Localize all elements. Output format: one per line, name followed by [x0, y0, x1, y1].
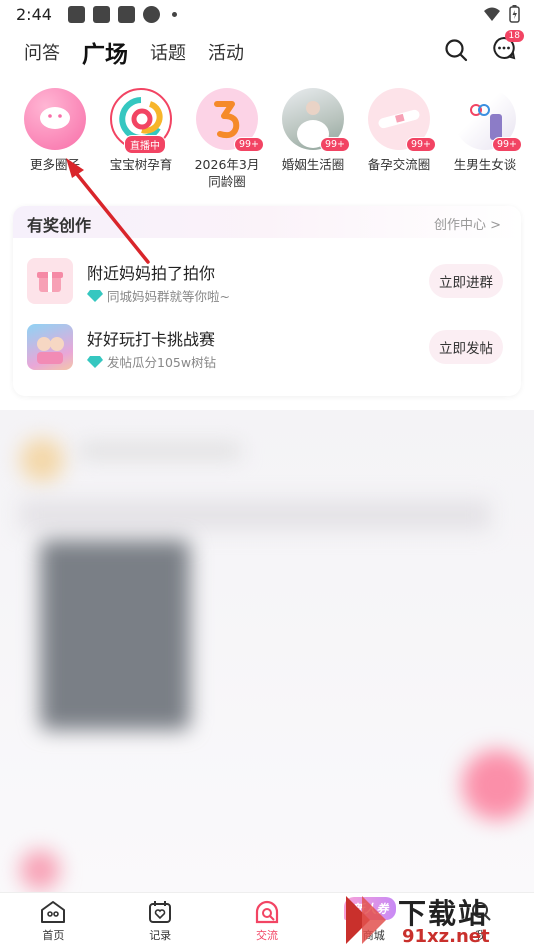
site-watermark: 下载站 91xz.net	[342, 890, 532, 950]
row-title: 好好玩打卡挑战赛	[87, 330, 216, 349]
count-badge: 99+	[319, 137, 350, 152]
blurred-image	[40, 540, 190, 730]
card-title: 有奖创作	[27, 216, 92, 235]
notification-icon	[67, 5, 85, 23]
circle-same-age[interactable]: 99+ 2026年3月 同龄圈	[184, 76, 270, 202]
diamond-icon	[87, 289, 103, 302]
message-button[interactable]: 18	[492, 30, 524, 64]
nav-home[interactable]: 首页	[0, 893, 107, 950]
circle-label: 宝宝树孕育	[109, 157, 173, 172]
circle-avatar: 99+	[454, 88, 522, 152]
row-subtitle-text: 发帖瓜分105w树钻	[107, 355, 217, 370]
count-badge: 99+	[405, 137, 436, 152]
reward-card: 有奖创作 创作中心 > 附近妈妈拍了拍你 同城妈妈群就等你啦~ 立即进群 好好玩…	[13, 206, 521, 396]
community-icon	[255, 900, 279, 924]
circle-avatar: 99+	[368, 88, 436, 152]
circle-avatar: 99+	[196, 88, 264, 152]
blurred-avatar	[20, 438, 64, 482]
battery-icon	[509, 5, 520, 23]
circle-label: 更多圈子	[29, 157, 80, 172]
nav-label: 首页	[42, 929, 65, 942]
nav-label: 记录	[149, 929, 172, 942]
status-time: 2:44	[16, 4, 52, 24]
notification-icon	[92, 5, 110, 23]
circle-list: 更多圈子 直播中 宝宝树孕育 99+ 2026年3月 同龄圈 99+ 婚姻生活圈…	[0, 76, 534, 202]
home-icon	[41, 901, 66, 923]
challenge-thumbnail	[27, 324, 73, 370]
blurred-avatar	[20, 850, 60, 890]
circle-label: 备孕交流圈	[367, 157, 431, 172]
circle-boy-girl[interactable]: 99+ 生男生女谈	[442, 76, 528, 202]
watermark-sub: 91xz.net	[402, 926, 490, 947]
row-subtitle: 同城妈妈群就等你啦~	[87, 286, 230, 305]
circle-label: 婚姻生活圈	[281, 157, 345, 172]
circle-label: 生男生女谈	[453, 157, 517, 172]
notification-icon	[117, 5, 135, 23]
tab-square[interactable]: 广场	[82, 35, 128, 69]
reward-section: 有奖创作 创作中心 > 附近妈妈拍了拍你 同城妈妈群就等你啦~ 立即进群 好好玩…	[0, 202, 534, 410]
notification-icon	[142, 5, 160, 23]
list-item[interactable]: 好好玩打卡挑战赛 发帖瓜分105w树钻 立即发帖	[27, 318, 507, 378]
ghost-smile-icon	[40, 107, 70, 129]
blurred-feed	[0, 410, 534, 892]
watermark-logo-icon	[346, 896, 386, 944]
post-button[interactable]: 立即发帖	[429, 330, 503, 364]
count-badge: 99+	[233, 137, 264, 152]
row-subtitle-text: 同城妈妈群就等你啦~	[107, 289, 230, 304]
circle-marriage[interactable]: 99+ 婚姻生活圈	[270, 76, 356, 202]
tab-topic[interactable]: 话题	[150, 39, 186, 65]
creation-center-link[interactable]: 创作中心 >	[434, 214, 501, 233]
circle-babytree[interactable]: 直播中 宝宝树孕育	[98, 76, 184, 202]
calendar-heart-icon	[149, 901, 172, 923]
gift-icon	[27, 258, 73, 304]
live-badge: 直播中	[124, 135, 166, 154]
tab-qa[interactable]: 问答	[24, 39, 60, 65]
circle-more[interactable]: 更多圈子	[12, 76, 98, 202]
nav-label: 交流	[255, 929, 278, 942]
nav-record[interactable]: 记录	[107, 893, 214, 950]
search-icon[interactable]	[444, 38, 468, 62]
blurred-floating-button	[462, 750, 532, 820]
row-title: 附近妈妈拍了拍你	[87, 264, 216, 283]
card-header: 有奖创作 创作中心 >	[13, 206, 521, 238]
circle-avatar: 直播中	[110, 88, 172, 154]
count-badge: 99+	[491, 137, 522, 152]
more-notifications-dot	[171, 11, 177, 17]
join-group-button[interactable]: 立即进群	[429, 264, 503, 298]
status-bar: 2:44	[0, 0, 534, 28]
top-tab-bar: 问答 广场 话题 活动 18	[0, 28, 534, 76]
blurred-text	[20, 500, 490, 530]
circle-pregnancy-prep[interactable]: 99+ 备孕交流圈	[356, 76, 442, 202]
message-count-badge: 18	[504, 30, 524, 42]
blurred-text	[80, 444, 240, 458]
row-subtitle: 发帖瓜分105w树钻	[87, 352, 216, 371]
nav-community[interactable]: 交流	[214, 893, 321, 950]
circle-avatar: 99+	[282, 88, 350, 152]
tab-activity[interactable]: 活动	[208, 39, 244, 65]
list-item[interactable]: 附近妈妈拍了拍你 同城妈妈群就等你啦~ 立即进群	[27, 252, 507, 312]
circle-label: 2026年3月 同龄圈	[194, 157, 260, 189]
circle-avatar	[24, 88, 86, 150]
wifi-icon	[484, 7, 500, 21]
diamond-icon	[87, 355, 103, 368]
